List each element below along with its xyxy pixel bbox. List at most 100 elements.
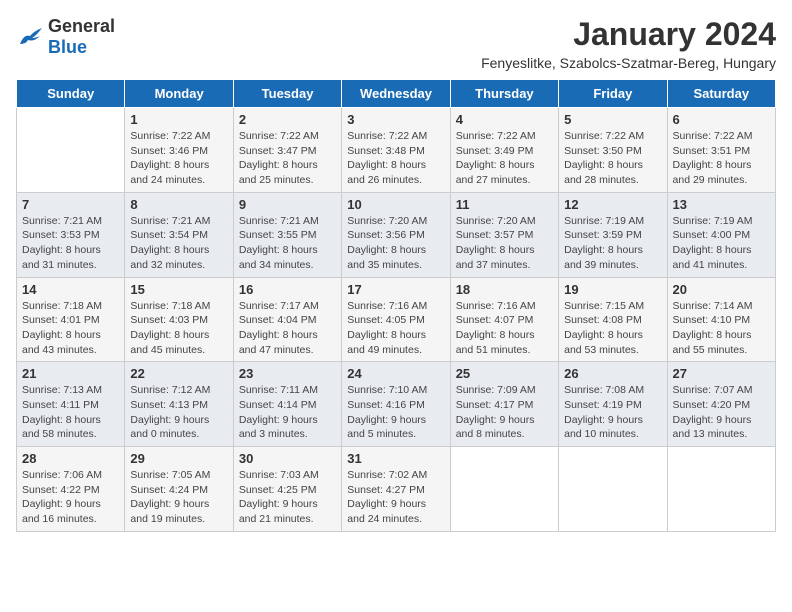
day-info: Sunrise: 7:08 AMSunset: 4:19 PMDaylight:… — [564, 383, 661, 442]
day-number: 26 — [564, 366, 661, 381]
day-info: Sunrise: 7:11 AMSunset: 4:14 PMDaylight:… — [239, 383, 336, 442]
title-block: January 2024 Fenyeslitke, Szabolcs-Szatm… — [481, 16, 776, 71]
day-info: Sunrise: 7:16 AMSunset: 4:05 PMDaylight:… — [347, 299, 444, 358]
day-info: Sunrise: 7:18 AMSunset: 4:01 PMDaylight:… — [22, 299, 119, 358]
day-cell: 3 Sunrise: 7:22 AMSunset: 3:48 PMDaylight… — [342, 108, 450, 193]
week-row-1: 1 Sunrise: 7:22 AMSunset: 3:46 PMDaylight… — [17, 108, 776, 193]
day-info: Sunrise: 7:22 AMSunset: 3:48 PMDaylight:… — [347, 129, 444, 188]
calendar-table: SundayMondayTuesdayWednesdayThursdayFrid… — [16, 79, 776, 532]
day-number: 20 — [673, 282, 770, 297]
day-cell: 7 Sunrise: 7:21 AMSunset: 3:53 PMDaylight… — [17, 192, 125, 277]
day-cell: 21 Sunrise: 7:13 AMSunset: 4:11 PMDayligh… — [17, 362, 125, 447]
day-info: Sunrise: 7:18 AMSunset: 4:03 PMDaylight:… — [130, 299, 227, 358]
day-number: 4 — [456, 112, 553, 127]
day-cell: 6 Sunrise: 7:22 AMSunset: 3:51 PMDaylight… — [667, 108, 775, 193]
day-number: 5 — [564, 112, 661, 127]
day-cell: 25 Sunrise: 7:09 AMSunset: 4:17 PMDayligh… — [450, 362, 558, 447]
day-info: Sunrise: 7:17 AMSunset: 4:04 PMDaylight:… — [239, 299, 336, 358]
calendar-subtitle: Fenyeslitke, Szabolcs-Szatmar-Bereg, Hun… — [481, 55, 776, 71]
day-number: 3 — [347, 112, 444, 127]
day-info: Sunrise: 7:07 AMSunset: 4:20 PMDaylight:… — [673, 383, 770, 442]
day-cell: 1 Sunrise: 7:22 AMSunset: 3:46 PMDaylight… — [125, 108, 233, 193]
day-number: 6 — [673, 112, 770, 127]
day-info: Sunrise: 7:05 AMSunset: 4:24 PMDaylight:… — [130, 468, 227, 527]
day-cell: 9 Sunrise: 7:21 AMSunset: 3:55 PMDaylight… — [233, 192, 341, 277]
day-number: 21 — [22, 366, 119, 381]
day-info: Sunrise: 7:22 AMSunset: 3:50 PMDaylight:… — [564, 129, 661, 188]
day-number: 16 — [239, 282, 336, 297]
day-cell: 19 Sunrise: 7:15 AMSunset: 4:08 PMDayligh… — [559, 277, 667, 362]
day-cell: 14 Sunrise: 7:18 AMSunset: 4:01 PMDayligh… — [17, 277, 125, 362]
weekday-tuesday: Tuesday — [233, 80, 341, 108]
day-number: 14 — [22, 282, 119, 297]
weekday-friday: Friday — [559, 80, 667, 108]
day-cell: 22 Sunrise: 7:12 AMSunset: 4:13 PMDayligh… — [125, 362, 233, 447]
day-number: 18 — [456, 282, 553, 297]
day-number: 8 — [130, 197, 227, 212]
day-number: 22 — [130, 366, 227, 381]
day-cell: 26 Sunrise: 7:08 AMSunset: 4:19 PMDayligh… — [559, 362, 667, 447]
logo-blue: Blue — [48, 37, 87, 57]
day-cell: 5 Sunrise: 7:22 AMSunset: 3:50 PMDaylight… — [559, 108, 667, 193]
day-number: 15 — [130, 282, 227, 297]
day-info: Sunrise: 7:21 AMSunset: 3:55 PMDaylight:… — [239, 214, 336, 273]
day-info: Sunrise: 7:06 AMSunset: 4:22 PMDaylight:… — [22, 468, 119, 527]
day-number: 11 — [456, 197, 553, 212]
day-cell: 13Sunrise: 7:19 AMSunset: 4:00 PMDayligh… — [667, 192, 775, 277]
weekday-header-row: SundayMondayTuesdayWednesdayThursdayFrid… — [17, 80, 776, 108]
day-cell — [450, 447, 558, 532]
day-cell: 20 Sunrise: 7:14 AMSunset: 4:10 PMDayligh… — [667, 277, 775, 362]
day-number: 23 — [239, 366, 336, 381]
day-number: 9 — [239, 197, 336, 212]
weekday-sunday: Sunday — [17, 80, 125, 108]
day-info: Sunrise: 7:22 AMSunset: 3:49 PMDaylight:… — [456, 129, 553, 188]
day-info: Sunrise: 7:19 AMSunset: 3:59 PMDaylight:… — [564, 214, 661, 273]
day-cell: 30 Sunrise: 7:03 AMSunset: 4:25 PMDayligh… — [233, 447, 341, 532]
day-number: 25 — [456, 366, 553, 381]
day-info: Sunrise: 7:14 AMSunset: 4:10 PMDaylight:… — [673, 299, 770, 358]
day-cell: 17Sunrise: 7:16 AMSunset: 4:05 PMDayligh… — [342, 277, 450, 362]
day-info: Sunrise: 7:20 AMSunset: 3:56 PMDaylight:… — [347, 214, 444, 273]
day-number: 10 — [347, 197, 444, 212]
logo-bird-icon — [16, 26, 44, 48]
day-info: Sunrise: 7:15 AMSunset: 4:08 PMDaylight:… — [564, 299, 661, 358]
day-cell: 16 Sunrise: 7:17 AMSunset: 4:04 PMDayligh… — [233, 277, 341, 362]
week-row-4: 21 Sunrise: 7:13 AMSunset: 4:11 PMDayligh… — [17, 362, 776, 447]
day-number: 24 — [347, 366, 444, 381]
day-cell: 28 Sunrise: 7:06 AMSunset: 4:22 PMDayligh… — [17, 447, 125, 532]
day-info: Sunrise: 7:02 AMSunset: 4:27 PMDaylight:… — [347, 468, 444, 527]
day-number: 1 — [130, 112, 227, 127]
day-info: Sunrise: 7:10 AMSunset: 4:16 PMDaylight:… — [347, 383, 444, 442]
day-info: Sunrise: 7:09 AMSunset: 4:17 PMDaylight:… — [456, 383, 553, 442]
day-cell: 27Sunrise: 7:07 AMSunset: 4:20 PMDayligh… — [667, 362, 775, 447]
day-cell: 8 Sunrise: 7:21 AMSunset: 3:54 PMDaylight… — [125, 192, 233, 277]
day-number: 30 — [239, 451, 336, 466]
day-info: Sunrise: 7:13 AMSunset: 4:11 PMDaylight:… — [22, 383, 119, 442]
weekday-thursday: Thursday — [450, 80, 558, 108]
logo-text: General Blue — [48, 16, 115, 58]
day-cell — [559, 447, 667, 532]
day-cell: 4 Sunrise: 7:22 AMSunset: 3:49 PMDaylight… — [450, 108, 558, 193]
day-number: 28 — [22, 451, 119, 466]
day-info: Sunrise: 7:19 AMSunset: 4:00 PMDaylight:… — [673, 214, 770, 273]
logo-general: General — [48, 16, 115, 36]
day-number: 2 — [239, 112, 336, 127]
day-number: 19 — [564, 282, 661, 297]
day-info: Sunrise: 7:21 AMSunset: 3:53 PMDaylight:… — [22, 214, 119, 273]
day-info: Sunrise: 7:12 AMSunset: 4:13 PMDaylight:… — [130, 383, 227, 442]
day-info: Sunrise: 7:16 AMSunset: 4:07 PMDaylight:… — [456, 299, 553, 358]
week-row-3: 14 Sunrise: 7:18 AMSunset: 4:01 PMDayligh… — [17, 277, 776, 362]
day-cell: 24 Sunrise: 7:10 AMSunset: 4:16 PMDayligh… — [342, 362, 450, 447]
day-info: Sunrise: 7:03 AMSunset: 4:25 PMDaylight:… — [239, 468, 336, 527]
weekday-monday: Monday — [125, 80, 233, 108]
page-header: General Blue January 2024 Fenyeslitke, S… — [16, 16, 776, 71]
day-info: Sunrise: 7:21 AMSunset: 3:54 PMDaylight:… — [130, 214, 227, 273]
day-number: 7 — [22, 197, 119, 212]
weekday-saturday: Saturday — [667, 80, 775, 108]
day-cell: 18 Sunrise: 7:16 AMSunset: 4:07 PMDayligh… — [450, 277, 558, 362]
day-cell: 11Sunrise: 7:20 AMSunset: 3:57 PMDayligh… — [450, 192, 558, 277]
day-info: Sunrise: 7:22 AMSunset: 3:51 PMDaylight:… — [673, 129, 770, 188]
logo: General Blue — [16, 16, 115, 58]
day-info: Sunrise: 7:22 AMSunset: 3:46 PMDaylight:… — [130, 129, 227, 188]
day-number: 12 — [564, 197, 661, 212]
